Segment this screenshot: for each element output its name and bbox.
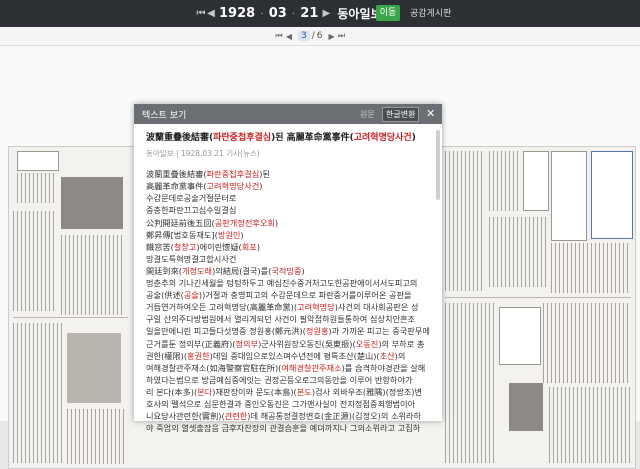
masthead-box: [17, 151, 59, 171]
article-line: 망결도특혁명결고합시사건: [146, 253, 237, 264]
article-line: 公判開廷前後五回(공판개정전후오회): [146, 217, 279, 228]
article-line: 멍춘추의 기나긴세월을 텅텅하두고 예심진수중거처고도한공판에이서서도피고의: [146, 278, 418, 289]
text-column: [551, 243, 631, 293]
text-column: [13, 323, 63, 463]
page-navigator: ⏮ ◀ 3 / 6 ▶ ⏭: [274, 29, 347, 43]
article-line: 여해경찰관주재소(如海警察官駐在所)(여해경찰관주재소)를 습격하야경관을 살해: [146, 362, 426, 373]
article-text: 波蘭重疊後結審(파란중첩후결심)된 高麗革命黨事件(고려혁명당사건) 동아일보 …: [146, 132, 434, 434]
rule-line: [13, 317, 128, 318]
article-line: 鄭昇傳[법호동재도](방원인): [146, 229, 244, 240]
separator-dot: ·: [260, 6, 264, 20]
dialog-header: 텍스트 보기 원문 한글변환 ✕: [134, 104, 442, 124]
headline-box: [523, 151, 549, 211]
notice-board-link[interactable]: 공감게시판: [410, 6, 451, 19]
headline-box: [499, 307, 541, 365]
text-column: [67, 409, 127, 464]
text-column: [489, 217, 547, 287]
text-column: [17, 173, 57, 203]
article-line: 중층한파란끄고심수일결심: [146, 205, 237, 216]
page-slash: /: [311, 31, 315, 41]
top-nav-bar: ⏮ ◀ 1928 · 03 · 21 ▶ 동아일보 ▾ 이동 공감게시판: [0, 0, 640, 27]
article-line: 니요당사관련한(實劍)(관련한)데 해공통정결정변호(金正源)(김정오)의 소위…: [146, 411, 422, 422]
article-line: 권한(權限)(홍권한)데일 중대임으로있스며수년전에 평특초산(楚山)(초산)의: [146, 350, 406, 361]
article-line: 波蘭重疊後結審(파란중첩후결심)된: [146, 169, 270, 180]
scrollbar[interactable]: [436, 130, 440, 200]
text-column: [13, 211, 57, 311]
article-line: 근거를둔 정의부(正義府)(정의부)군사위원장오동진(吳東振)(오동진)의 부하…: [146, 338, 425, 349]
tab-hangul-conversion[interactable]: 한글변환: [382, 107, 420, 122]
text-column: [543, 303, 631, 383]
rule-line: [445, 297, 631, 298]
article-line: 호사의 펠석으로 심문한결과 중인오동진은 그가맨사실이 전지정점중죄행범이아: [146, 398, 416, 409]
current-page: 3: [298, 31, 310, 41]
photo: [61, 177, 123, 229]
article-line: 리 본다(本多)(본다)재판장이와 문도(本島)(본도)검사 외바우조(雅隅)(…: [146, 386, 423, 397]
page-toolbar: ☰ ⏮ ◀ 3 / 6 ▶ ⏭: [0, 27, 640, 69]
article-line: 수감문데로공술거절문터로: [146, 193, 237, 204]
text-column: [61, 235, 125, 315]
next-date-icon[interactable]: ▶: [321, 8, 331, 19]
article-line: 야 죽엄의 열셋출잡음 금후자찬장의 관결습훈을 예뎌까지나 그의소위라고 고집…: [146, 423, 421, 434]
month-select[interactable]: 03: [269, 6, 287, 21]
text-column: [445, 151, 485, 291]
newspaper-viewer[interactable]: 텍스트 보기 원문 한글변환 ✕ 波蘭重疊後結審(파란중첩후결심)된 高麗革命黨…: [0, 46, 640, 469]
newspaper-select[interactable]: 동아일보: [337, 5, 381, 22]
last-page-icon[interactable]: ⏭: [337, 31, 347, 41]
article-line: 하였다는범으로 방금예심중에잇는 권정곤등오로그의동안을 이루어 반항하야가: [146, 374, 413, 385]
total-pages: 6: [316, 31, 323, 41]
text-view-dialog: 텍스트 보기 원문 한글변환 ✕ 波蘭重疊後結審(파란중첩후결심)된 高麗革命黨…: [134, 104, 442, 433]
tab-original[interactable]: 원문: [360, 109, 375, 120]
first-page-icon[interactable]: ⏮: [274, 31, 284, 41]
article-line: 공술(供述(공술))거절과 충명피고의 수감문데으로 파란중거를이루어온 공판을: [146, 290, 412, 301]
article-line: 開廷到來(개정도래)의結局(결국)를(국적밍중): [146, 265, 305, 276]
text-column: [549, 387, 631, 463]
article-line: 거듭연거하여오든 고려혁명당(高麗革命黨)(고려혁명당)사건의 대사회공판은 성: [146, 302, 419, 313]
separator-dot: ·: [291, 6, 296, 20]
prev-date-icon[interactable]: ◀: [206, 8, 216, 19]
text-column: [489, 151, 519, 211]
move-button[interactable]: 이동: [376, 5, 400, 21]
map-illustration: [67, 333, 121, 403]
year-select[interactable]: 1928: [219, 6, 255, 21]
dialog-title: 텍스트 보기: [142, 111, 187, 121]
prev-page-icon[interactable]: ◀: [284, 32, 294, 41]
close-icon[interactable]: ✕: [426, 107, 435, 120]
next-page-icon[interactable]: ▶: [327, 32, 337, 41]
first-date-icon[interactable]: ⏮: [196, 8, 206, 19]
article-body: 波蘭重疊後結審(파란중첩후결심)된 高麗革命黨事件(고려혁명당사건) 수감문데로공술…: [146, 168, 434, 434]
article-line: 일을만에니린 피고들다섯명중 정원홍(鄭元洪)(정원홍)과 가까운 피고는 중국…: [146, 326, 430, 337]
text-column: [445, 303, 495, 463]
article-line: 高麗革命黨事件(고려혁명당사건): [146, 181, 263, 192]
highlighted-article[interactable]: [591, 151, 633, 239]
article-headline: 波蘭重疊後結審(파란중첩후결심)된 高麗革命黨事件(고려혁명당사건): [146, 133, 416, 143]
article-line: 구일 산의주다방법원에서 열리게되던 사건이 필악접하원들통하여 심상치안흔조: [146, 314, 416, 325]
photo: [509, 383, 543, 431]
article-line: 鐵窓苦(철창고)에이린懷疑(회포): [146, 241, 261, 252]
headline-box: [551, 151, 587, 241]
article-meta: 동아일보 | 1928.03.21 기사(뉴스): [146, 149, 260, 159]
date-navigator: ⏮ ◀ 1928 · 03 · 21 ▶ 동아일보 ▾: [196, 4, 395, 22]
day-select[interactable]: 21: [300, 6, 318, 21]
